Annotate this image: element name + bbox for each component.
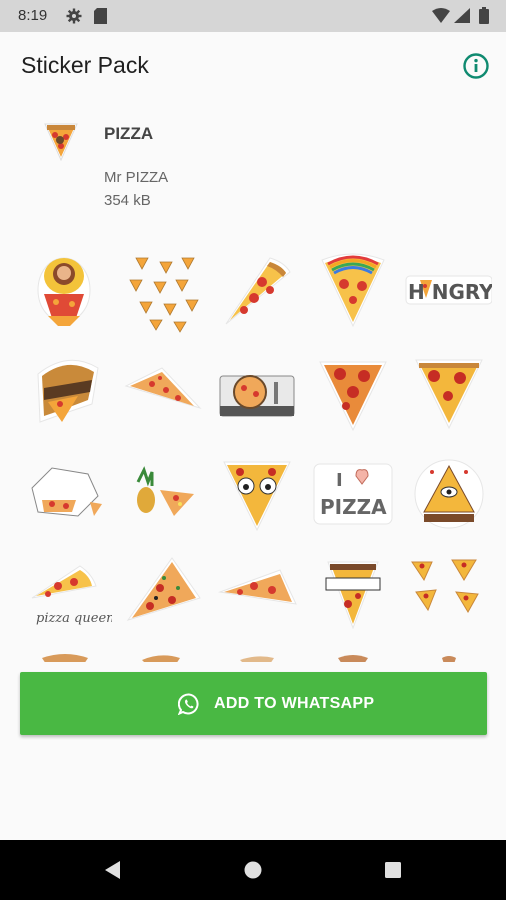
- pizza-queen-text: pizza queen: [36, 611, 112, 626]
- sticker-partial[interactable]: [306, 646, 400, 662]
- app-bar: Sticker Pack: [0, 32, 506, 100]
- pack-publisher: Mr PIZZA: [104, 169, 169, 186]
- long-slice-sticker[interactable]: [210, 548, 304, 642]
- back-icon[interactable]: [103, 860, 123, 885]
- pineapple-pizza-sticker[interactable]: [114, 446, 208, 540]
- i-love-text: I: [336, 470, 343, 491]
- sticker-row: I PIZZA: [14, 446, 492, 544]
- illuminati-pizza-sticker[interactable]: [402, 446, 492, 540]
- whatsapp-icon: [177, 693, 200, 720]
- add-to-whatsapp-label: ADD TO WHATSAPP: [214, 695, 375, 712]
- sticker-partial[interactable]: [114, 646, 208, 662]
- supreme-slice-sticker[interactable]: [114, 548, 208, 642]
- pack-size: 354 kB: [104, 192, 151, 209]
- wifi-icon: [432, 8, 450, 28]
- pizza-text: PIZZA: [320, 495, 387, 519]
- status-bar: 8:19: [0, 0, 506, 32]
- home-icon[interactable]: [243, 860, 263, 885]
- i-love-pizza-sticker[interactable]: I PIZZA: [306, 446, 400, 540]
- jesus-pizza-sticker[interactable]: [18, 242, 112, 336]
- add-to-whatsapp-button[interactable]: ADD TO WHATSAPP: [20, 672, 487, 735]
- sticker-partial[interactable]: [18, 646, 112, 662]
- sticker-row: pizza queen: [14, 548, 492, 646]
- status-time: 8:19: [18, 7, 48, 24]
- battery-icon: [479, 7, 489, 29]
- pizza-queen-sticker[interactable]: pizza queen: [18, 548, 112, 642]
- flat-slice-sticker[interactable]: [114, 344, 208, 438]
- rainbow-pizza-sticker[interactable]: [306, 242, 400, 336]
- hangry-sticker[interactable]: H NGRY: [402, 242, 492, 336]
- sticker-grid: H NGRY I PIZZA pizza queen: [14, 242, 492, 662]
- pizza-box-sticker[interactable]: [18, 446, 112, 540]
- pack-name: PIZZA: [104, 124, 154, 143]
- sticker-row: H NGRY: [14, 242, 492, 340]
- googly-eyes-pizza-sticker[interactable]: [210, 446, 304, 540]
- pizza-scroll-sticker[interactable]: [18, 344, 112, 438]
- pack-header: PIZZA Mr PIZZA 354 kB: [0, 100, 506, 230]
- tray-icon: [42, 120, 80, 162]
- info-icon[interactable]: [462, 52, 490, 80]
- hangry-text: H NGRY: [408, 280, 492, 304]
- pepperoni-slice-sticker[interactable]: [210, 242, 304, 336]
- sticker-partial[interactable]: [402, 646, 492, 662]
- navigation-bar: [0, 840, 506, 900]
- page-title: Sticker Pack: [21, 52, 149, 78]
- sticker-partial[interactable]: [210, 646, 304, 662]
- sticker-row: [14, 646, 492, 662]
- sticker-row: [14, 344, 492, 442]
- settings-icon: [66, 8, 82, 29]
- pizza-slices-pattern-sticker[interactable]: [114, 242, 208, 336]
- mini-slices-sticker[interactable]: [402, 548, 492, 642]
- pepperoni-triangle-sticker-2[interactable]: [402, 344, 492, 438]
- recents-icon[interactable]: [384, 861, 402, 884]
- signal-icon: [454, 8, 470, 28]
- pizza-turntable-sticker[interactable]: [210, 344, 304, 438]
- pepperoni-triangle-sticker[interactable]: [306, 344, 400, 438]
- sd-card-icon: [94, 8, 107, 29]
- pizza-dude-sticker[interactable]: [306, 548, 400, 642]
